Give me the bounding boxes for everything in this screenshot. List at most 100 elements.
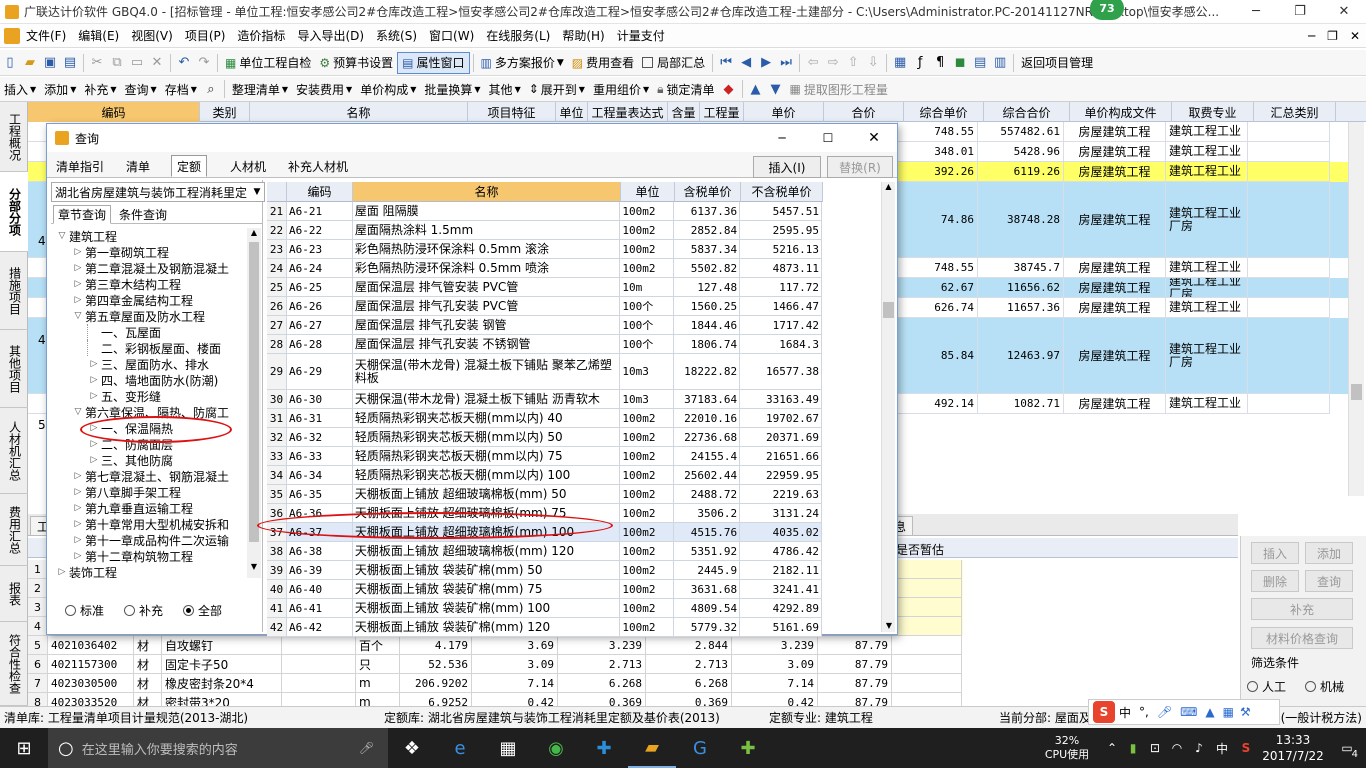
quota-cell-unit[interactable]: 10m: [620, 278, 675, 297]
close-button[interactable]: ✕: [1322, 0, 1366, 24]
quota-cell-name[interactable]: 屋面隔热涂料 1.5mm: [352, 221, 621, 240]
partial-summary-button[interactable]: 局部汇总: [638, 52, 709, 74]
ime-lang-icon[interactable]: 中: [1119, 704, 1131, 721]
quota-row[interactable]: 32 A6-32 轻质隔热彩钢夹芯板天棚(mm以内) 50 100m2 22736.68…: [267, 428, 823, 447]
quota-cell-tax[interactable]: 22736.68: [674, 428, 741, 447]
quota-cell-unit[interactable]: 100m2: [620, 447, 675, 466]
scope-radio-2[interactable]: 全部: [177, 602, 222, 619]
quota-row[interactable]: 26 A6-26 屋面保温层 排气孔安装 PVC管 100个 1560.25 1466.4…: [267, 297, 823, 316]
tray-up-icon[interactable]: ⌃: [1102, 741, 1122, 755]
property-window-button[interactable]: ▤ 属性窗口: [397, 51, 470, 74]
quota-cell-tax[interactable]: 3631.68: [674, 580, 741, 599]
tray-app-icon[interactable]: ▮: [1122, 741, 1144, 755]
lower-cell-p4[interactable]: 3.239: [732, 636, 818, 655]
lower-cell-p3[interactable]: 6.268: [646, 674, 732, 693]
tree-node[interactable]: ▷ 第十二章构筑物工程: [71, 548, 193, 564]
quota-cell-name[interactable]: 轻质隔热彩钢夹芯板天棚(mm以内) 40: [352, 409, 621, 428]
col-comp-price[interactable]: 综合单价: [904, 102, 984, 122]
fee-view-button[interactable]: ▨ 费用查看: [568, 52, 638, 74]
quota-cell-name[interactable]: 屋面 阻隔膜: [352, 202, 621, 221]
lower-cell-code[interactable]: 4021036402: [48, 636, 134, 655]
col-code[interactable]: 编码: [28, 102, 200, 122]
col-unit[interactable]: 单位: [556, 102, 588, 122]
quota-cell-tax[interactable]: 5351.92: [674, 542, 741, 561]
open-folder-icon[interactable]: ▰: [20, 53, 40, 73]
lower-row[interactable]: 5 4021036402 材自攻螺钉 百个 4.179 3.69 3.239 2.844 3.2…: [28, 636, 963, 655]
quota-cell-name[interactable]: 屋面保温层 排气孔安装 PVC管: [352, 297, 621, 316]
tab-condition-query[interactable]: 条件查询: [115, 205, 171, 224]
quota-cell-name[interactable]: 彩色隔热防浸环保涂料 0.5mm 喷涂: [352, 259, 621, 278]
col-tax-price[interactable]: 含税单价: [675, 182, 741, 202]
scope-radio-1[interactable]: 补充: [118, 602, 163, 619]
reuse-pricing-button[interactable]: 重用组价 ▼: [589, 78, 653, 100]
quota-cell-name[interactable]: 彩色隔热防浸环保涂料 0.5mm 滚涂: [352, 240, 621, 259]
chevron-right-icon[interactable]: ▷: [71, 247, 85, 257]
quota-cell-n[interactable]: 42: [267, 618, 287, 637]
lower-cell-unit[interactable]: 百个: [356, 636, 400, 655]
unit-price-button[interactable]: 单价构成 ▼: [356, 78, 420, 100]
budget-settings-button[interactable]: ⚙ 预算书设置: [315, 52, 397, 74]
quota-cell-notax[interactable]: 16577.38: [740, 354, 823, 390]
cell-total[interactable]: 11656.62: [978, 278, 1064, 298]
chevron-right-icon[interactable]: ▷: [87, 439, 101, 449]
quota-cell-n[interactable]: 23: [267, 240, 287, 259]
sogou-icon[interactable]: S: [1093, 701, 1115, 723]
tray-wifi-icon[interactable]: ◠: [1166, 741, 1188, 755]
quota-cell-name[interactable]: 屋面保温层 排气孔安装 钢管: [352, 316, 621, 335]
dialog-minimize-button[interactable]: ─: [759, 131, 805, 145]
menu-import-export[interactable]: 导入导出(D): [291, 27, 370, 44]
quota-cell-n[interactable]: 32: [267, 428, 287, 447]
quota-cell-n[interactable]: 33: [267, 447, 287, 466]
cell-uprice[interactable]: 748.55: [898, 258, 978, 278]
undo-icon[interactable]: ↶: [174, 53, 194, 73]
quota-row[interactable]: 42 A6-42 天棚板面上铺放 袋装矿棉(mm) 120 100m2 5779.32 5…: [267, 618, 823, 637]
fill-color-icon[interactable]: ◆: [719, 79, 739, 99]
quota-cell-code[interactable]: A6-21: [286, 202, 353, 221]
cell-fee[interactable]: 建筑工程工业: [1166, 298, 1248, 318]
col-quota-name[interactable]: 名称: [353, 182, 621, 202]
quota-cell-notax[interactable]: 4786.42: [740, 542, 823, 561]
quota-cell-notax[interactable]: 4035.02: [740, 523, 823, 542]
main-vertical-scrollbar[interactable]: [1348, 122, 1364, 496]
quota-cell-code[interactable]: A6-29: [286, 354, 353, 390]
tree-node[interactable]: ▷ 四、墙地面防水(防潮): [87, 372, 219, 388]
quota-row[interactable]: 24 A6-24 彩色隔热防浸环保涂料 0.5mm 喷涂 100m2 5502.82 48…: [267, 259, 823, 278]
chevron-right-icon[interactable]: ▷: [71, 487, 85, 497]
lower-cell-cat[interactable]: 材: [134, 674, 162, 693]
quota-cell-notax[interactable]: 2182.11: [740, 561, 823, 580]
arrow-up-icon[interactable]: ⇧: [843, 53, 863, 73]
quota-cell-notax[interactable]: 21651.66: [740, 447, 823, 466]
quota-cell-code[interactable]: A6-32: [286, 428, 353, 447]
col-feature[interactable]: 项目特征: [468, 102, 556, 122]
quota-row[interactable]: 27 A6-27 屋面保温层 排气孔安装 钢管 100个 1844.46 1717.42: [267, 316, 823, 335]
redo-icon[interactable]: ↷: [194, 53, 214, 73]
chevron-down-icon[interactable]: ▽: [71, 407, 85, 417]
scroll-down-icon[interactable]: ▼: [882, 621, 896, 630]
cell-summary[interactable]: [1248, 298, 1330, 318]
quota-row[interactable]: 22 A6-22 屋面隔热涂料 1.5mm 100m2 2852.84 2595.95: [267, 221, 823, 240]
quota-cell-n[interactable]: 31: [267, 409, 287, 428]
return-project-button[interactable]: 返回项目管理: [1017, 52, 1097, 74]
quota-cell-code[interactable]: A6-27: [286, 316, 353, 335]
quota-cell-notax[interactable]: 2219.63: [740, 485, 823, 504]
quota-cell-unit[interactable]: 100m2: [620, 466, 675, 485]
cpu-meter[interactable]: 32% CPU使用: [1032, 734, 1102, 762]
add-button[interactable]: 添加 ▼: [40, 78, 80, 100]
quota-cell-n[interactable]: 25: [267, 278, 287, 297]
cell-total[interactable]: 557482.61: [978, 122, 1064, 142]
chevron-right-icon[interactable]: ▷: [71, 519, 85, 529]
lower-row[interactable]: 7 4023030500 材橡皮密封条20*4 m 206.9202 7.14 6.268 6…: [28, 674, 963, 693]
col-category[interactable]: 类别: [200, 102, 250, 122]
scope-radio-0[interactable]: 标准: [59, 602, 104, 619]
tab-labor-material[interactable]: 人材机: [225, 155, 271, 177]
quota-cell-name[interactable]: 轻质隔热彩钢夹芯板天棚(mm以内) 75: [352, 447, 621, 466]
quota-cell-tax[interactable]: 4515.76: [674, 523, 741, 542]
quota-cell-unit[interactable]: 100m2: [620, 618, 675, 637]
tab-quota[interactable]: 定额: [171, 155, 208, 177]
quota-cell-n[interactable]: 21: [267, 202, 287, 221]
delete-icon[interactable]: ✕: [147, 53, 167, 73]
quota-cell-n[interactable]: 39: [267, 561, 287, 580]
menu-system[interactable]: 系统(S): [370, 27, 423, 44]
quota-row[interactable]: 25 A6-25 屋面保温层 排气管安装 PVC管 10m 127.48 117.72: [267, 278, 823, 297]
tree-node[interactable]: 一、瓦屋面: [87, 324, 161, 340]
